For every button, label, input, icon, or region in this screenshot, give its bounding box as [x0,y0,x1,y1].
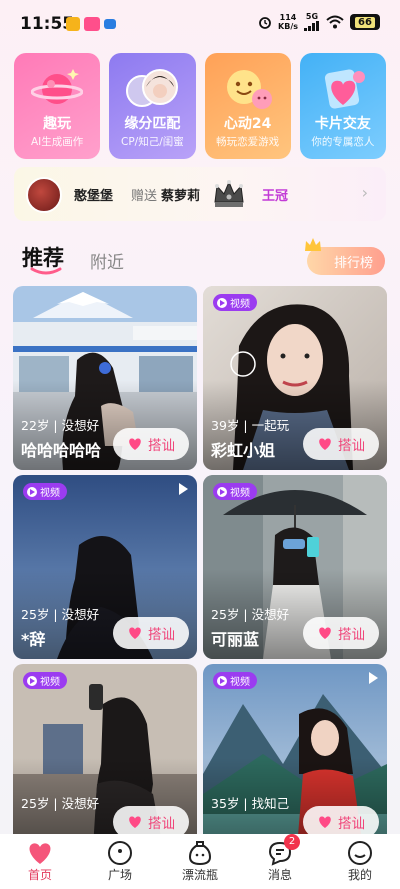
heart-icon [319,816,331,828]
banner-gift: 王冠 [262,189,289,204]
chat-up-button[interactable]: 搭讪 [303,428,379,460]
user-card[interactable]: 视频 25岁 | 没想好 *辞 搭讪 [13,475,197,659]
video-badge: 视频 [213,672,257,689]
wifi-icon [326,15,344,29]
feature-subtitle: CP/知己/闺蜜 [121,136,184,148]
crown-icon [305,238,321,251]
chevron-right-icon: › [361,183,368,202]
nav-bottle[interactable]: 漂流瓶 [160,834,240,889]
video-badge: 视频 [23,672,67,689]
heart-icon [129,816,141,828]
chat-up-button[interactable]: 搭讪 [113,617,189,649]
nav-square[interactable]: 广场 [80,834,160,889]
user-age-line: 25岁 | 没想好 [21,796,100,811]
user-age-line: 22岁 | 没想好 [21,418,100,433]
notification-app-icon [104,19,116,29]
message-count-badge: 2 [284,834,300,850]
tab-active-indicator [30,267,62,275]
nav-home[interactable]: 首页 [0,834,80,889]
sender-avatar [26,177,62,213]
play-icon [369,672,378,684]
user-card[interactable]: 视频 39岁 | 一起玩 彩虹小姐 搭讪 [203,286,387,470]
feature-card-card-friends[interactable]: 卡片交友 你的专属恋人 [299,53,386,159]
feature-subtitle: AI生成画作 [30,136,84,148]
chat-up-button[interactable]: 搭讪 [303,617,379,649]
chat-up-button[interactable]: 搭讪 [113,806,189,834]
heart-icon [129,438,141,450]
battery-indicator: 66 [350,14,380,30]
notification-app-icon [84,17,100,31]
video-badge: 视频 [23,483,67,500]
video-badge: 视频 [213,483,257,500]
recommend-grid: 22岁 | 没想好 哈哈哈哈哈 搭讪 视频 39岁 | 一起玩 彩虹小姐 搭讪 [13,286,387,834]
feature-cards: 趣玩 AI生成画作 缘分匹配 CP/知己/闺蜜 心动24 畅玩恋爱游戏 卡片交友 [14,53,386,159]
nav-messages[interactable]: 2 消息 [240,834,320,889]
bubble-faces-icon [226,70,272,109]
chat-up-button[interactable]: 搭讪 [303,806,379,834]
tab-nearby[interactable]: 附近 [90,248,124,273]
feature-title: 卡片交友 [314,116,371,132]
smile-circle-icon [348,841,372,865]
signal-icon [304,21,319,31]
user-card[interactable]: 视频 25岁 | 没想好 可丽蓝 搭讪 [203,475,387,659]
user-age-line: 25岁 | 没想好 [211,607,290,622]
feature-subtitle: 你的专属恋人 [311,136,375,148]
feature-title: 缘分匹配 [124,116,181,132]
crown-icon [214,180,244,207]
planet-icon [31,69,84,104]
feature-card-qu-wan[interactable]: 趣玩 AI生成画作 [14,53,101,159]
banner-sender: 憨堡堡 [74,189,114,204]
net-speed: 114 KB/s [278,13,298,31]
banner-action: 赠送 [131,189,158,204]
user-card[interactable]: 22岁 | 没想好 哈哈哈哈哈 搭讪 [13,286,197,470]
status-indicators: 114 KB/s 5G 66 [258,13,380,31]
user-card[interactable]: 视频 35岁 | 找知己 搭讪 [203,664,387,834]
user-card[interactable]: 视频 25岁 | 没想好 搭讪 [13,664,197,834]
heart-icon [29,843,51,864]
feature-card-xindong24[interactable]: 心动24 畅玩恋爱游戏 [204,53,291,159]
feature-subtitle: 畅玩恋爱游戏 [216,136,280,148]
bottle-icon [188,841,212,866]
banner-receiver: 蔡萝莉 [161,189,201,204]
network-type: 5G [305,12,319,21]
nav-mine[interactable]: 我的 [320,834,400,889]
play-icon [217,675,227,686]
play-icon [217,486,227,497]
feature-card-match[interactable]: 缘分匹配 CP/知己/闺蜜 [109,53,196,159]
heart-icon [319,438,331,450]
alarm-icon [259,17,271,29]
face-circle-icon [108,841,132,865]
chat-up-button[interactable]: 搭讪 [113,428,189,460]
feature-title: 心动24 [223,116,272,132]
user-age-line: 25岁 | 没想好 [21,607,100,622]
user-name: 彩虹小姐 [211,441,276,460]
gift-banner[interactable]: 憨堡堡 赠送 蔡萝莉 王冠 › [14,167,386,221]
video-badge: 视频 [213,294,257,311]
user-name: *辞 [21,630,46,649]
heart-icon [319,627,331,639]
card-hearts-icon [324,69,365,109]
user-age-line: 35岁 | 找知己 [211,796,290,811]
status-bar: 11:55 114 KB/s 5G 66 [0,0,400,48]
play-icon [27,486,37,497]
user-age-line: 39岁 | 一起玩 [211,418,290,433]
heart-icon [129,627,141,639]
feature-title: 趣玩 [43,116,72,132]
user-name: 可丽蓝 [211,630,260,649]
notification-app-icon [66,17,80,31]
play-icon [217,297,227,308]
bottom-nav: 首页 广场 漂流瓶 2 消息 我的 [0,834,400,889]
play-icon [27,675,37,686]
couple-avatars-icon [126,69,179,107]
user-name: 哈哈哈哈哈 [21,441,102,460]
play-icon [179,483,188,495]
